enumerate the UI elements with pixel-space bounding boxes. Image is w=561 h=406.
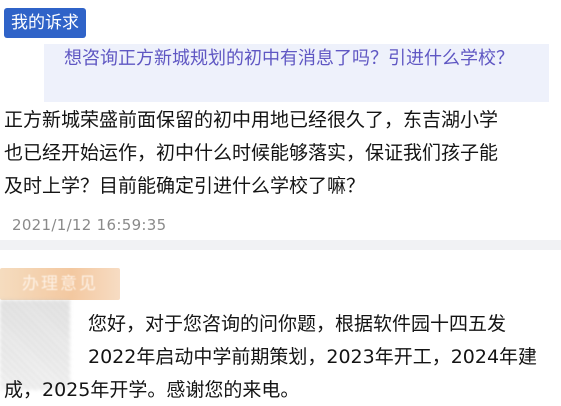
appeal-body-line: 也已经开始运作，初中什么时候能够落实，保证我们孩子能	[4, 142, 499, 164]
reply-tag: 办理意见	[0, 268, 120, 300]
my-appeal-tag: 我的诉求	[4, 8, 86, 38]
reply-body: 您好，对于您咨询的问你题，根据软件园十四五发 2022年启动中学前期策划，202…	[4, 308, 558, 406]
card-divider	[0, 240, 561, 250]
appeal-body: 正方新城荣盛前面保留的初中用地已经很久了，东吉湖小学 也已经开始运作，初中什么时…	[4, 104, 558, 203]
appeal-question: 想咨询正方新城规划的初中有消息了吗？引进什么学校？	[44, 44, 549, 102]
appeal-card: 我的诉求 想咨询正方新城规划的初中有消息了吗？引进什么学校？ 正方新城荣盛前面保…	[0, 0, 561, 240]
appeal-timestamp: 2021/1/12 16:59:35	[12, 216, 167, 234]
reply-line: 2022年启动中学前期策划，2023年开工，2024年建	[88, 346, 538, 368]
appeal-body-line: 正方新城荣盛前面保留的初中用地已经很久了，东吉湖小学	[4, 109, 499, 131]
screenshot-page: 我的诉求 想咨询正方新城规划的初中有消息了吗？引进什么学校？ 正方新城荣盛前面保…	[0, 0, 561, 406]
reply-tag-label: 办理意见	[22, 274, 98, 294]
reply-line: 您好，对于您咨询的问你题，根据软件园十四五发	[88, 313, 507, 335]
appeal-body-line: 及时上学？目前能确定引进什么学校了嘛？	[4, 175, 366, 197]
reply-line: 成，2025年开学。感谢您的来电。	[4, 379, 300, 401]
